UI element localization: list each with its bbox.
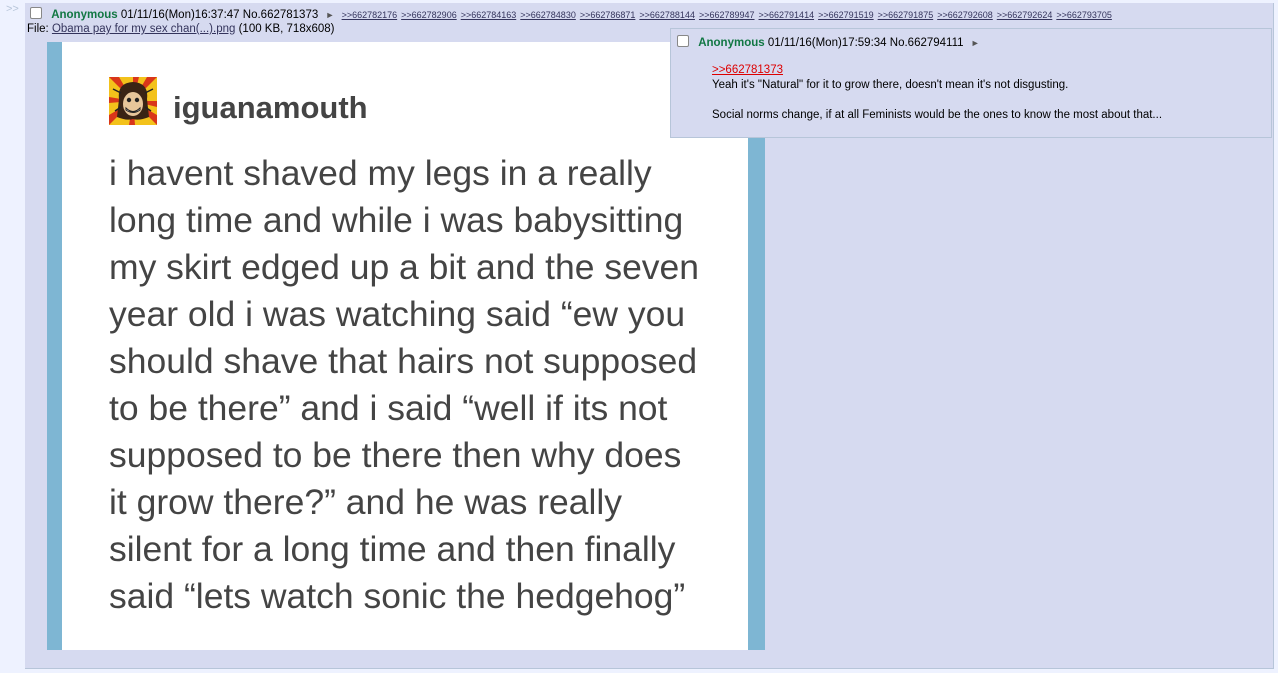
tumblr-card: iguanamouth i havent shaved my legs in a… xyxy=(62,42,748,650)
hover-post-header: Anonymous 01/11/16(Mon)17:59:34 No.66279… xyxy=(677,35,984,49)
backlink[interactable]: >>662793705 xyxy=(1056,10,1112,20)
hover-preview-post: Anonymous 01/11/16(Mon)17:59:34 No.66279… xyxy=(670,28,1272,138)
backlink[interactable]: >>662782176 xyxy=(342,10,398,20)
hover-post-body: >>662781373 Yeah it's "Natural" for it t… xyxy=(712,63,1162,123)
backlink[interactable]: >>662792608 xyxy=(937,10,993,20)
hover-post-checkbox[interactable] xyxy=(677,35,689,47)
backlink[interactable]: >>662791414 xyxy=(759,10,815,20)
backlink[interactable]: >>662784830 xyxy=(520,10,576,20)
post-checkbox[interactable] xyxy=(30,7,42,19)
file-info: File: Obama pay for my sex chan(...).png… xyxy=(27,23,335,35)
side-arrows: >> xyxy=(6,3,19,15)
tumblr-post-text: i havent shaved my legs in a really long… xyxy=(109,153,700,616)
post-datetime: 01/11/16(Mon)16:37:47 xyxy=(120,9,240,21)
post-header: Anonymous 01/11/16(Mon)16:37:47 No.66278… xyxy=(30,7,1116,21)
poster-name: Anonymous xyxy=(51,9,118,21)
backlink[interactable]: >>662788144 xyxy=(639,10,695,20)
quote-link[interactable]: >>662781373 xyxy=(712,63,1162,78)
hover-poster-name: Anonymous xyxy=(698,37,765,49)
hover-menu-arrow-icon[interactable]: ► xyxy=(971,38,980,48)
hover-post-number[interactable]: No.662794111 xyxy=(890,37,964,49)
hover-line-1: Yeah it's "Natural" for it to grow there… xyxy=(712,79,1069,91)
avatar xyxy=(109,77,157,125)
backlink[interactable]: >>662791875 xyxy=(878,10,934,20)
hover-line-2: Social norms change, if at all Feminists… xyxy=(712,109,1163,121)
tumblr-username: iguanamouth xyxy=(173,90,368,125)
file-label: File: xyxy=(27,23,49,35)
hover-post-datetime: 01/11/16(Mon)17:59:34 xyxy=(767,37,887,49)
menu-arrow-icon[interactable]: ► xyxy=(325,10,334,20)
post-number[interactable]: No.662781373 xyxy=(243,9,318,21)
file-link[interactable]: Obama pay for my sex chan(...).png xyxy=(52,23,235,35)
backlink[interactable]: >>662782906 xyxy=(401,10,457,20)
backlink[interactable]: >>662784163 xyxy=(461,10,517,20)
backlink[interactable]: >>662791519 xyxy=(818,10,874,20)
backlink[interactable]: >>662786871 xyxy=(580,10,636,20)
backlinks: >>662782176 >>662782906 >>662784163 >>66278… xyxy=(342,9,1116,21)
post-image[interactable]: iguanamouth i havent shaved my legs in a… xyxy=(47,42,765,650)
file-meta: (100 KB, 718x608) xyxy=(238,23,335,35)
backlink[interactable]: >>662789947 xyxy=(699,10,755,20)
backlink[interactable]: >>662792624 xyxy=(997,10,1053,20)
